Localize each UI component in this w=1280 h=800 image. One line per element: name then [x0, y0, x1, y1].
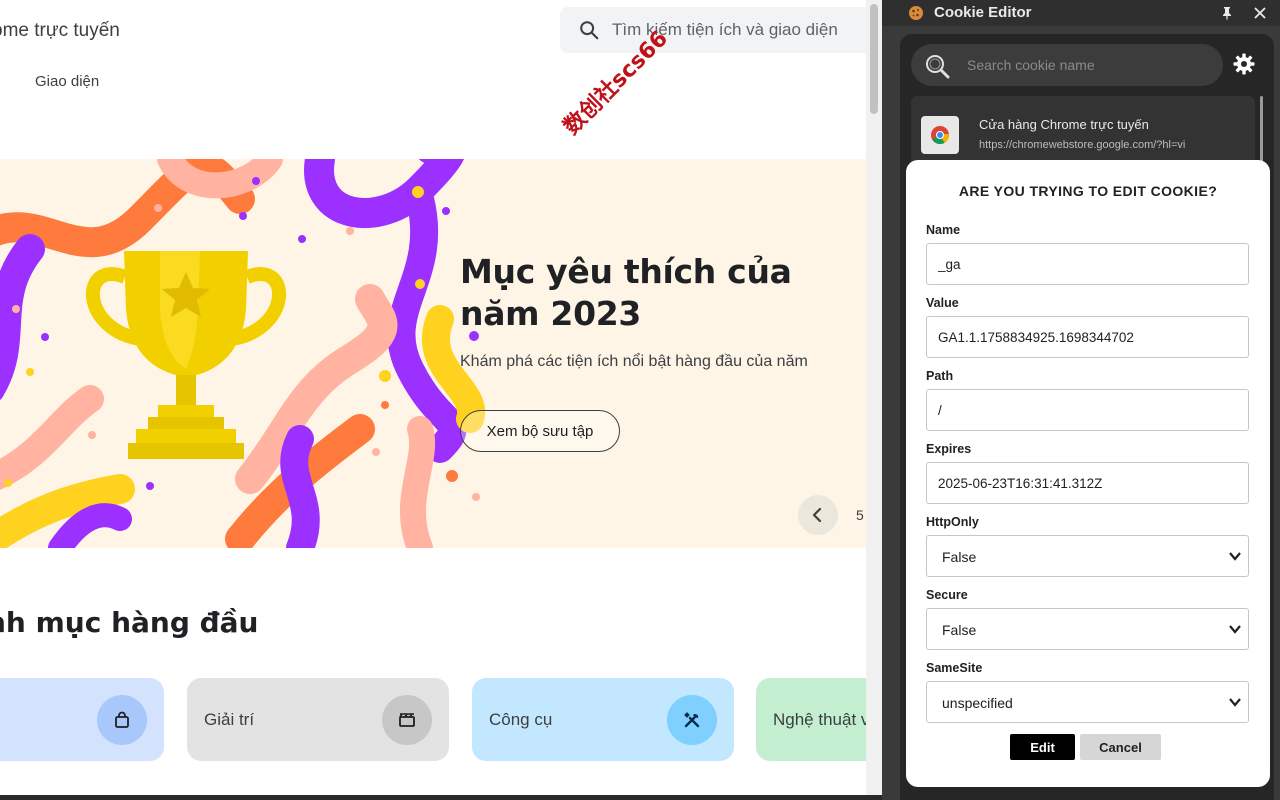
samesite-select[interactable]: unspecified: [926, 681, 1249, 723]
path-field[interactable]: [926, 389, 1249, 431]
carousel-counter: 5: [856, 507, 864, 523]
category-label: Công cụ: [489, 709, 553, 729]
site-name: Cửa hàng Chrome trực tuyến: [979, 117, 1149, 132]
path-label: Path: [926, 369, 954, 383]
page-scrollbar-thumb[interactable]: [870, 4, 878, 114]
page-scrollbar[interactable]: [866, 0, 882, 800]
chevron-down-icon: [1228, 549, 1242, 563]
category-label: Nghệ thuật v: [773, 709, 866, 729]
web-store-page: ome trực tuyến Tìm kiếm tiện ích và giao…: [0, 0, 866, 800]
category-card-tools[interactable]: Công cụ: [472, 678, 734, 761]
category-label: Giải trí: [204, 709, 255, 729]
gear-icon[interactable]: [1232, 52, 1256, 76]
cookie-search-input[interactable]: [967, 44, 1207, 86]
name-field[interactable]: [926, 243, 1249, 285]
category-card-art[interactable]: Nghệ thuật v: [756, 678, 866, 761]
category-card-shopping[interactable]: [0, 678, 164, 761]
cancel-button[interactable]: Cancel: [1080, 734, 1161, 760]
edit-cookie-modal: ARE YOU TRYING TO EDIT COOKIE? Name Valu…: [906, 160, 1270, 787]
clapperboard-icon: [382, 694, 432, 745]
chevron-down-icon: [1228, 622, 1242, 636]
banner-subtitle: Khám phá các tiện ích nổi bật hàng đầu c…: [460, 353, 808, 370]
panel-header: Cookie Editor: [882, 0, 1280, 26]
httponly-value: False: [942, 549, 977, 565]
httponly-label: HttpOnly: [926, 515, 979, 529]
name-label: Name: [926, 223, 961, 237]
site-url: https://chromewebstore.google.com/?hl=vi: [979, 139, 1186, 151]
search-icon: [580, 21, 599, 40]
cookie-list-scrollbar[interactable]: [1260, 96, 1263, 166]
panel-title: Cookie Editor: [934, 4, 1032, 21]
close-panel-button[interactable]: [1250, 3, 1270, 23]
pin-button[interactable]: [1218, 4, 1236, 22]
bottom-edge: [0, 795, 882, 800]
httponly-select[interactable]: False: [926, 535, 1249, 577]
expires-field[interactable]: [926, 462, 1249, 504]
view-collection-button[interactable]: Xem bộ sưu tập: [460, 410, 620, 452]
store-search-box[interactable]: Tìm kiếm tiện ích và giao diện: [560, 7, 866, 53]
value-field[interactable]: [926, 316, 1249, 358]
pin-icon: [1223, 7, 1231, 20]
cookie-search-box[interactable]: [911, 44, 1223, 86]
carousel-prev-button[interactable]: [798, 495, 838, 535]
shopping-bag-icon: [97, 694, 147, 745]
chevron-left-icon: [812, 507, 822, 523]
secure-select[interactable]: False: [926, 608, 1249, 650]
featured-banner[interactable]: Mục yêu thích của năm 2023 Khám phá các …: [0, 159, 866, 548]
cookie-icon: [909, 6, 923, 20]
banner-title: Mục yêu thích của năm 2023: [460, 252, 792, 333]
top-categories-heading: nh mục hàng đầu: [0, 606, 259, 639]
chevron-down-icon: [1228, 695, 1242, 709]
tools-icon: [667, 694, 717, 745]
edit-button[interactable]: Edit: [1010, 734, 1075, 760]
chrome-logo-icon: [921, 116, 959, 154]
nav-tab-themes[interactable]: Giao diện: [35, 73, 99, 90]
modal-title: ARE YOU TRYING TO EDIT COOKIE?: [958, 183, 1218, 199]
value-label: Value: [926, 296, 959, 310]
secure-value: False: [942, 622, 977, 638]
samesite-label: SameSite: [926, 661, 983, 675]
screen: ome trực tuyến Tìm kiếm tiện ích và giao…: [0, 0, 1280, 800]
category-card-entertainment[interactable]: Giải trí: [187, 678, 449, 761]
secure-label: Secure: [926, 588, 968, 602]
samesite-value: unspecified: [942, 695, 1013, 711]
store-title[interactable]: ome trực tuyến: [0, 20, 120, 42]
close-icon: [1254, 7, 1266, 19]
expires-label: Expires: [926, 442, 972, 456]
search-icon: [926, 55, 950, 79]
